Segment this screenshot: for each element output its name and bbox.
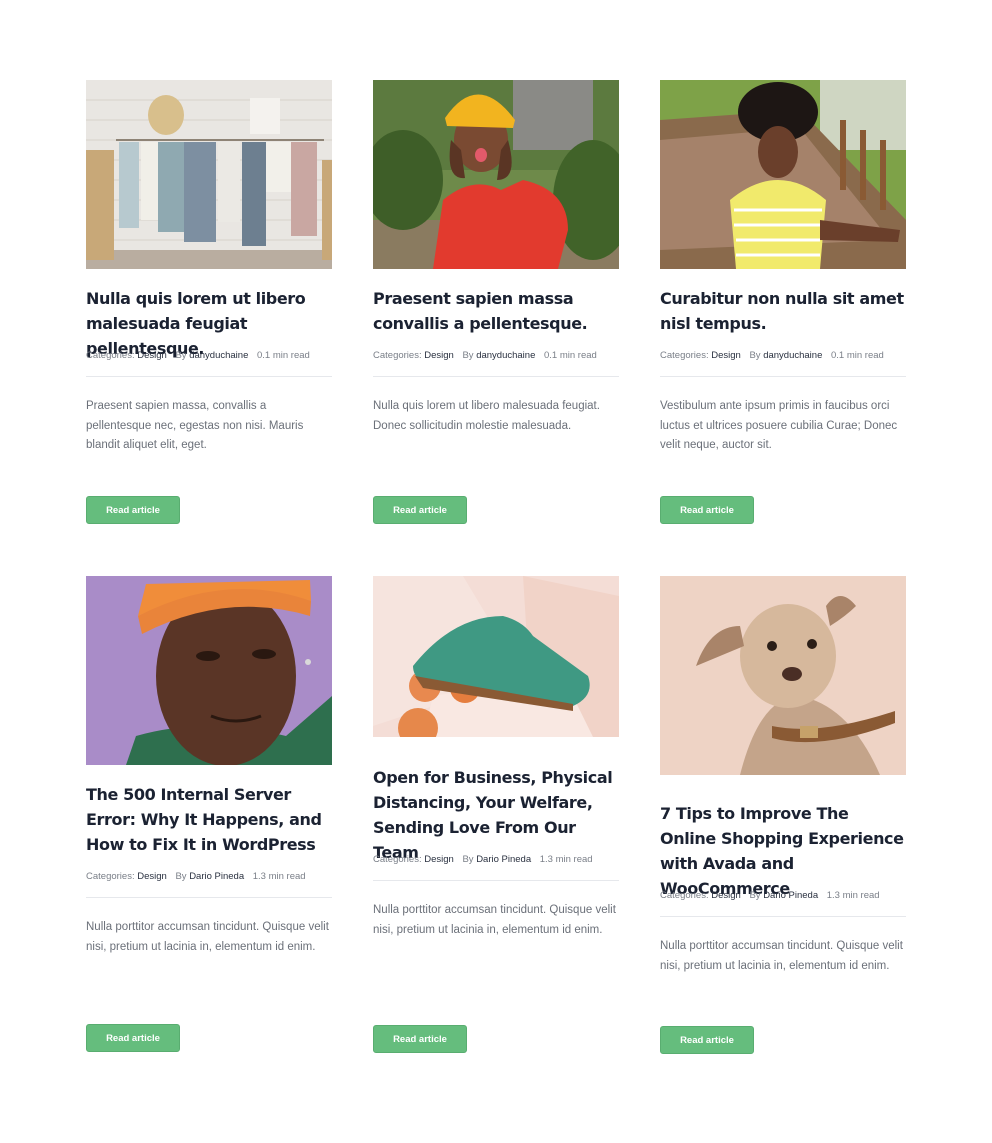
card-excerpt: Praesent sapien massa, convallis a pelle… bbox=[86, 400, 304, 451]
category-link[interactable]: Design bbox=[711, 350, 741, 361]
read-time: 1.3 min read bbox=[539, 854, 593, 865]
read-time: 0.1 min read bbox=[831, 350, 884, 361]
category-link[interactable]: Design bbox=[137, 871, 167, 882]
card-image[interactable] bbox=[660, 80, 906, 269]
card-meta: Categories: Design By danyduchaine 0.1 m… bbox=[373, 350, 619, 362]
meta-categories-label: Categories: bbox=[373, 854, 422, 865]
towels-on-hangers-photo bbox=[86, 80, 332, 269]
card-image[interactable] bbox=[86, 576, 332, 765]
card-title[interactable]: 7 Tips to Improve The Online Shopping Ex… bbox=[660, 801, 906, 898]
card-excerpt: Nulla porttitor accumsan tincidunt. Quis… bbox=[86, 921, 329, 953]
divider bbox=[373, 880, 619, 881]
card-image[interactable] bbox=[660, 576, 906, 775]
card-excerpt: Nulla porttitor accumsan tincidunt. Quis… bbox=[373, 904, 616, 936]
card-meta: Categories: Design By Dario Pineda 1.3 m… bbox=[660, 890, 906, 902]
divider bbox=[373, 376, 619, 377]
card-title[interactable]: Open for Business, Physical Distancing, … bbox=[373, 765, 619, 862]
blog-card: Curabitur non nulla sit amet nisl tempus… bbox=[660, 80, 906, 524]
green-shoe-peaches-photo bbox=[373, 576, 619, 737]
meta-categories-label: Categories: bbox=[660, 350, 709, 361]
divider bbox=[86, 376, 332, 377]
category-link[interactable]: Design bbox=[711, 890, 741, 901]
author-link[interactable]: danyduchaine bbox=[189, 350, 248, 361]
author-link[interactable]: Dario Pineda bbox=[476, 854, 531, 865]
meta-categories-label: Categories: bbox=[86, 871, 135, 882]
author-link[interactable]: Dario Pineda bbox=[189, 871, 244, 882]
card-meta: Categories: Design By danyduchaine 0.1 m… bbox=[86, 350, 332, 362]
card-title[interactable]: Curabitur non nulla sit amet nisl tempus… bbox=[660, 286, 906, 336]
card-title[interactable]: Nulla quis lorem ut libero malesuada feu… bbox=[86, 286, 332, 358]
category-link[interactable]: Design bbox=[424, 350, 454, 361]
card-image[interactable] bbox=[373, 576, 619, 737]
category-link[interactable]: Design bbox=[424, 854, 454, 865]
card-meta: Categories: Design By Dario Pineda 1.3 m… bbox=[86, 871, 332, 883]
read-time: 0.1 min read bbox=[544, 350, 597, 361]
read-time: 1.3 min read bbox=[252, 871, 306, 882]
card-excerpt: Nulla porttitor accumsan tincidunt. Quis… bbox=[660, 940, 903, 972]
card-meta: Categories: Design By danyduchaine 0.1 m… bbox=[660, 350, 906, 362]
read-article-button[interactable]: Read article bbox=[86, 496, 180, 524]
woman-striped-shirt-photo bbox=[660, 80, 906, 269]
meta-by-label: By bbox=[749, 890, 761, 901]
meta-categories-label: Categories: bbox=[373, 350, 422, 361]
meta-by-label: By bbox=[749, 350, 761, 361]
meta-by-label: By bbox=[462, 854, 474, 865]
author-link[interactable]: danyduchaine bbox=[476, 350, 535, 361]
read-article-button[interactable]: Read article bbox=[86, 1024, 180, 1052]
author-link[interactable]: danyduchaine bbox=[763, 350, 822, 361]
man-orange-bandana-photo bbox=[86, 576, 332, 765]
blog-card: 7 Tips to Improve The Online Shopping Ex… bbox=[660, 576, 906, 1054]
meta-categories-label: Categories: bbox=[86, 350, 135, 361]
meta-by-label: By bbox=[462, 350, 474, 361]
dog-with-collar-photo bbox=[660, 576, 906, 775]
divider bbox=[660, 916, 906, 917]
card-image[interactable] bbox=[373, 80, 619, 269]
read-article-button[interactable]: Read article bbox=[660, 496, 754, 524]
author-link[interactable]: Dario Pineda bbox=[763, 890, 818, 901]
meta-by-label: By bbox=[175, 350, 187, 361]
category-link[interactable]: Design bbox=[137, 350, 167, 361]
woman-yellow-beanie-photo bbox=[373, 80, 619, 269]
read-time: 1.3 min read bbox=[826, 890, 880, 901]
read-time: 0.1 min read bbox=[257, 350, 310, 361]
divider bbox=[86, 897, 332, 898]
card-title[interactable]: The 500 Internal Server Error: Why It Ha… bbox=[86, 782, 332, 857]
blog-card: The 500 Internal Server Error: Why It Ha… bbox=[86, 576, 332, 1052]
read-article-button[interactable]: Read article bbox=[660, 1026, 754, 1054]
card-meta: Categories: Design By Dario Pineda 1.3 m… bbox=[373, 854, 619, 866]
divider bbox=[660, 376, 906, 377]
blog-card: Praesent sapien massa convallis a pellen… bbox=[373, 80, 619, 524]
read-article-button[interactable]: Read article bbox=[373, 1025, 467, 1053]
card-title[interactable]: Praesent sapien massa convallis a pellen… bbox=[373, 286, 619, 336]
read-article-button[interactable]: Read article bbox=[373, 496, 467, 524]
meta-by-label: By bbox=[175, 871, 187, 882]
meta-categories-label: Categories: bbox=[660, 890, 709, 901]
blog-card: Open for Business, Physical Distancing, … bbox=[373, 576, 619, 1053]
card-excerpt: Vestibulum ante ipsum primis in faucibus… bbox=[660, 400, 898, 451]
card-excerpt: Nulla quis lorem ut libero malesuada feu… bbox=[373, 400, 600, 432]
blog-card: Nulla quis lorem ut libero malesuada feu… bbox=[86, 80, 332, 524]
card-image[interactable] bbox=[86, 80, 332, 269]
